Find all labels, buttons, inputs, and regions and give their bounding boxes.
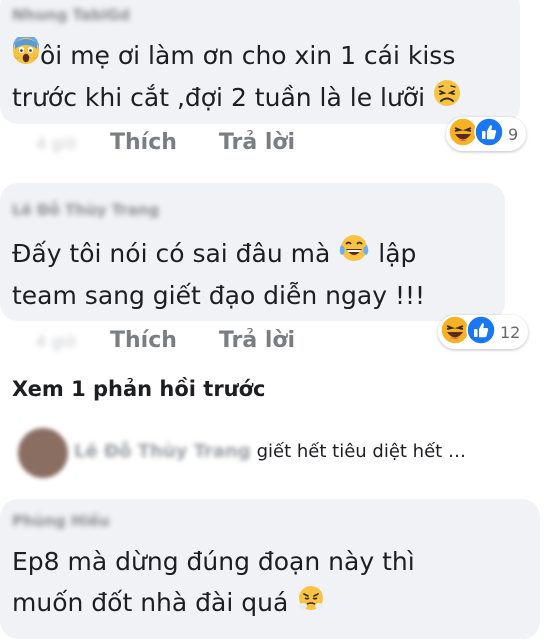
comment-1-line-1: ôi mẹ ơi làm ơn cho xin 1 cái kiss (12, 34, 455, 79)
tears-of-joy-icon (338, 233, 370, 277)
comment-2-actions: 4 giờ Thích Trả lời (36, 328, 337, 353)
comment-1-line-2: trước khi cắt ,đợi 2 tuần là le lưỡi (12, 76, 461, 121)
comment-2-line-1: Đấy tôi nói có sai đâu mà lập (12, 232, 416, 277)
reply-preview[interactable]: Lê Đỗ Thùy Trang giết hết tiêu diệt hết … (74, 441, 466, 462)
comment-2-time[interactable]: 4 giờ (36, 332, 96, 351)
comment-2-reaction-count: 12 (500, 322, 521, 342)
like-reaction-icon (466, 315, 496, 349)
comment-3-author[interactable]: Phùng Hiếu (12, 512, 110, 530)
reply-preview-text: giết hết tiêu diệt hết … (256, 441, 466, 462)
comment-1-reaction-count: 9 (508, 124, 519, 144)
comment-2-author[interactable]: Lê Đỗ Thùy Trang (12, 201, 159, 219)
view-previous-replies-link[interactable]: Xem 1 phản hồi trước (12, 377, 266, 401)
comment-1-author[interactable]: Nhung TabiGd (12, 6, 130, 24)
comment-1-reactions[interactable]: 9 (446, 117, 527, 151)
comment-2-like-button[interactable]: Thích (110, 328, 177, 353)
comment-2-reactions[interactable]: 12 (438, 315, 529, 349)
screaming-face-icon (12, 34, 40, 79)
weary-face-icon (433, 77, 461, 121)
comment-1-reply-button[interactable]: Trả lời (219, 130, 295, 155)
steam-nose-face-icon (296, 582, 326, 626)
comment-1-like-button[interactable]: Thích (110, 130, 177, 155)
comment-2-reply-button[interactable]: Trả lời (219, 328, 295, 353)
reply-preview-author[interactable]: Lê Đỗ Thùy Trang (74, 441, 251, 462)
comment-3-line-2: muốn đốt nhà đài quá (12, 581, 326, 626)
comment-2-line-2: team sang giết đạo diễn ngay !!! (12, 281, 426, 310)
like-reaction-icon (474, 117, 504, 151)
comment-3-line-1: Ep8 mà dừng đúng đoạn này thì (12, 547, 415, 576)
avatar[interactable] (18, 428, 68, 478)
comment-1-actions: 4 giờ Thích Trả lời (36, 130, 337, 155)
comment-1-time[interactable]: 4 giờ (36, 134, 96, 153)
